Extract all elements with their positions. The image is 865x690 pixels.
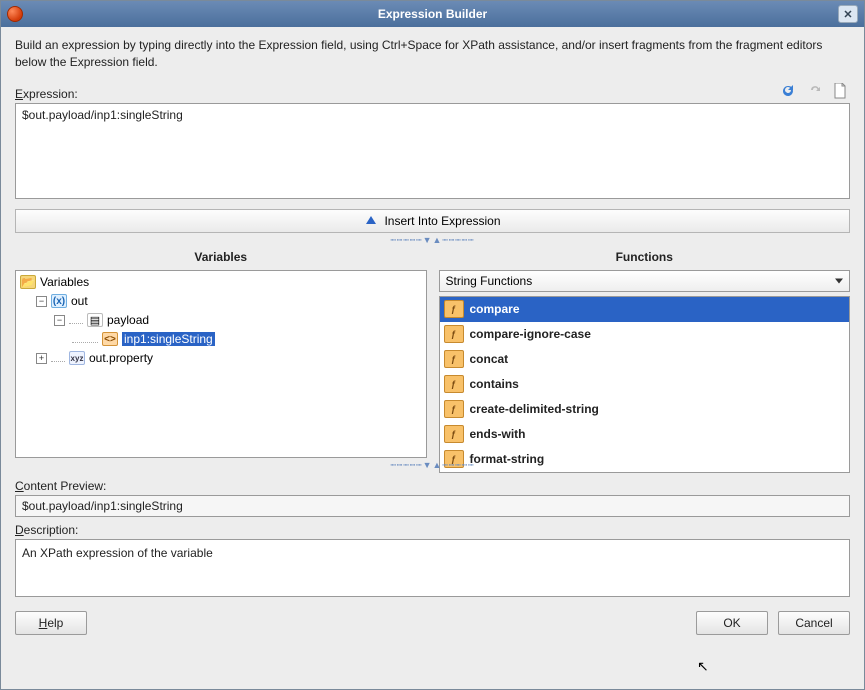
cancel-button[interactable]: Cancel	[778, 611, 850, 635]
collapse-icon[interactable]: −	[54, 315, 65, 326]
intro-text: Build an expression by typing directly i…	[15, 37, 850, 71]
folder-icon: 📂	[20, 275, 36, 289]
variables-tree[interactable]: 📂 Variables − (x) out − ▤ payload	[15, 270, 427, 458]
function-icon: ƒ	[444, 425, 464, 443]
functions-header: Functions	[439, 248, 851, 270]
new-file-icon[interactable]	[830, 81, 850, 101]
element-icon: <>	[102, 332, 118, 346]
function-item-contains[interactable]: ƒ contains	[440, 372, 850, 397]
description-box: An XPath expression of the variable	[15, 539, 850, 597]
refresh-icon[interactable]	[778, 81, 798, 101]
collapse-icon[interactable]: −	[36, 296, 47, 307]
function-item-ends-with[interactable]: ƒ ends-with	[440, 422, 850, 447]
description-label: Description:	[15, 523, 850, 537]
functions-pane: Functions String Functions ƒ compare ƒ c…	[439, 248, 851, 458]
expand-icon[interactable]: +	[36, 353, 47, 364]
expression-label: Expression:	[15, 87, 78, 101]
redo-icon[interactable]	[804, 81, 824, 101]
tree-root[interactable]: 📂 Variables	[18, 273, 424, 292]
tree-node-out-property[interactable]: + xyz out.property	[18, 349, 424, 368]
window-title: Expression Builder	[1, 7, 864, 21]
titlebar: Expression Builder ✕	[1, 1, 864, 27]
ok-button[interactable]: OK	[696, 611, 768, 635]
function-icon: ƒ	[444, 325, 464, 343]
help-button[interactable]: Help	[15, 611, 87, 635]
splitter-grip-bottom[interactable]: ┉┉┉┉┉▼▲┉┉┉┉┉	[15, 458, 850, 473]
tree-node-payload[interactable]: − ▤ payload	[18, 311, 424, 330]
function-icon: ƒ	[444, 300, 464, 318]
app-icon	[7, 6, 23, 22]
property-icon: xyz	[69, 351, 85, 365]
document-icon: ▤	[87, 313, 103, 327]
close-button[interactable]: ✕	[838, 5, 858, 23]
function-icon: ƒ	[444, 375, 464, 393]
function-category-dropdown[interactable]: String Functions	[439, 270, 851, 292]
tree-node-out[interactable]: − (x) out	[18, 292, 424, 311]
insert-into-expression-button[interactable]: Insert Into Expression	[15, 209, 850, 233]
function-item-compare-ignore-case[interactable]: ƒ compare-ignore-case	[440, 322, 850, 347]
function-item-create-delimited-string[interactable]: ƒ create-delimited-string	[440, 397, 850, 422]
function-icon: ƒ	[444, 400, 464, 418]
variables-header: Variables	[15, 248, 427, 270]
content-preview-label: Content Preview:	[15, 479, 850, 493]
tree-node-singlestring[interactable]: <> inp1:singleString	[18, 330, 424, 349]
content-preview-box: $out.payload/inp1:singleString	[15, 495, 850, 517]
function-item-concat[interactable]: ƒ concat	[440, 347, 850, 372]
variables-pane: Variables 📂 Variables − (x) out −	[15, 248, 427, 458]
function-list[interactable]: ƒ compare ƒ compare-ignore-case ƒ concat…	[439, 296, 851, 473]
function-item-compare[interactable]: ƒ compare	[440, 297, 850, 322]
variable-icon: (x)	[51, 294, 67, 308]
expression-input[interactable]	[15, 103, 850, 199]
function-icon: ƒ	[444, 350, 464, 368]
splitter-grip-top[interactable]: ┉┉┉┉┉▼▲┉┉┉┉┉	[15, 233, 850, 248]
